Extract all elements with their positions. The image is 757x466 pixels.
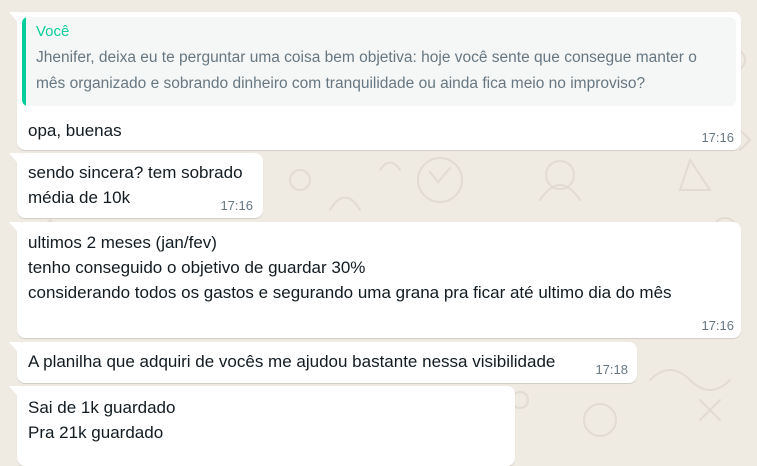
bubble-tail: [9, 12, 21, 26]
message-line: A planilha que adquiri de vocês me ajudo…: [28, 352, 556, 371]
quoted-message[interactable]: Você Jhenifer, deixa eu te perguntar uma…: [22, 17, 736, 106]
message-text: opa, buenas: [28, 118, 122, 143]
message-line: opa, buenas: [28, 121, 122, 140]
message-text: sendo sincera? tem sobrado média de 10k: [28, 160, 243, 210]
message-line: média de 10k: [28, 188, 131, 207]
bubble-tail: [9, 342, 21, 356]
message-bubble[interactable]: Você Jhenifer, deixa eu te perguntar uma…: [9, 12, 741, 150]
message-line: tenho conseguido o objetivo de guardar 3…: [28, 258, 366, 277]
message-text: ultimos 2 meses (jan/fev) tenho consegui…: [28, 230, 672, 305]
message-line: Pra 21k guardado: [28, 423, 164, 442]
message-bubble[interactable]: Sai de 1k guardado Pra 21k guardado: [9, 386, 515, 466]
message-time: 17:16: [701, 130, 734, 145]
message-text: A planilha que adquiri de vocês me ajudo…: [28, 349, 555, 374]
message-time: 17:16: [701, 318, 734, 333]
message-line: ultimos 2 meses (jan/fev): [28, 233, 217, 252]
message-bubble[interactable]: A planilha que adquiri de vocês me ajudo…: [9, 342, 637, 383]
message-line: considerando todos os gastos e segurando…: [28, 283, 672, 302]
message-time: 17:18: [595, 362, 628, 377]
bubble-tail: [9, 222, 21, 236]
message-bubble[interactable]: ultimos 2 meses (jan/fev) tenho consegui…: [9, 222, 741, 338]
quoted-text: Jhenifer, deixa eu te perguntar uma cois…: [36, 49, 697, 92]
bubble-tail: [9, 153, 21, 167]
message-time: 17:16: [220, 198, 253, 213]
quoted-author: Você: [36, 23, 70, 40]
message-line: Sai de 1k guardado: [28, 398, 176, 417]
message-text: Sai de 1k guardado Pra 21k guardado: [28, 395, 175, 445]
message-bubble[interactable]: sendo sincera? tem sobrado média de 10k …: [9, 153, 263, 218]
quote-accent-bar: [22, 17, 26, 106]
message-line: sendo sincera? tem sobrado: [28, 163, 243, 182]
bubble-tail: [9, 386, 21, 400]
